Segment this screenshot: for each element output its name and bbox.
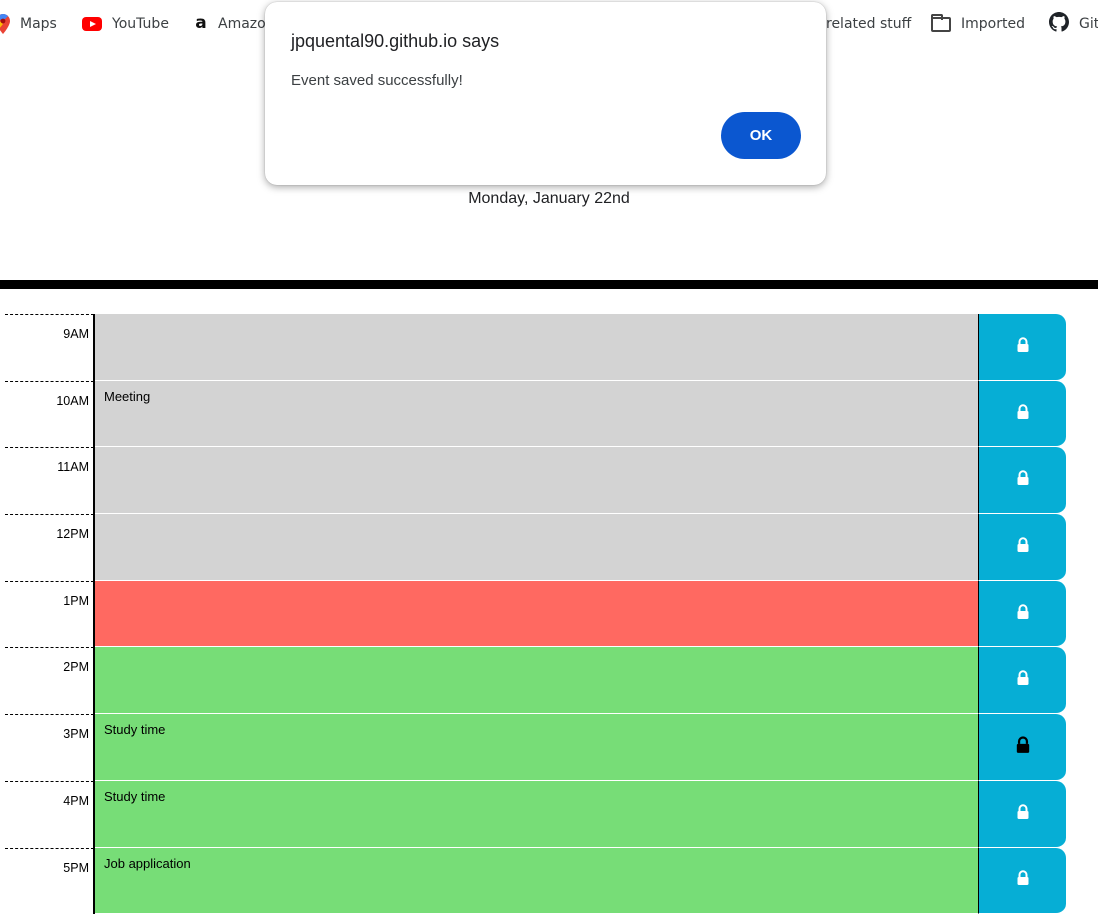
ok-button[interactable]: OK: [721, 112, 801, 159]
bookmark-label: Maps: [20, 16, 57, 32]
save-button[interactable]: [978, 647, 1066, 715]
bookmark-label: Imported: [961, 16, 1025, 32]
event-description-textarea[interactable]: [95, 314, 979, 381]
event-description-textarea[interactable]: Job application: [95, 847, 979, 915]
github-icon: [1049, 12, 1069, 36]
event-description-textarea[interactable]: [95, 514, 979, 581]
save-button[interactable]: [978, 714, 1066, 781]
bookmark-label: related stuff: [826, 16, 912, 32]
hour-label: 4PM: [5, 780, 94, 848]
hour-label: 12PM: [5, 514, 94, 581]
lock-icon: [1016, 670, 1030, 690]
save-button[interactable]: [978, 447, 1066, 515]
bookmark-related-stuff[interactable]: related stuff: [826, 13, 911, 35]
lock-icon: [1016, 337, 1030, 357]
bookmark-label: YouTube: [112, 16, 169, 32]
current-day: Monday, January 22nd: [468, 190, 630, 207]
time-block-list: 9AM 10AM Meeting 11AM 12PM 1PM 2PM 3PM Study tim…: [0, 314, 1098, 915]
save-button[interactable]: [978, 780, 1066, 848]
save-button[interactable]: [978, 580, 1066, 648]
time-block-row: 11AM: [0, 447, 1098, 515]
bookmark-amazon[interactable]: a Amazo: [194, 13, 266, 35]
lock-icon: [1016, 403, 1030, 424]
folder-icon: [931, 13, 951, 32]
hour-label: 11AM: [5, 447, 94, 514]
save-button[interactable]: [978, 847, 1066, 915]
time-block-row: 10AM Meeting: [0, 380, 1098, 448]
time-block-row: 5PM Job application: [0, 847, 1098, 915]
lock-icon: [1015, 736, 1031, 758]
event-description-textarea[interactable]: Meeting: [95, 380, 979, 448]
hour-label: 5PM: [5, 847, 94, 915]
amazon-icon: a: [195, 13, 207, 33]
lock-icon: [1016, 603, 1030, 624]
hour-label: 10AM: [5, 380, 94, 448]
event-description-textarea[interactable]: [95, 580, 979, 648]
lock-icon: [1016, 870, 1030, 890]
maps-icon: [0, 14, 10, 34]
dialog-title: jpquental90.github.io says: [291, 31, 500, 51]
hour-label: 2PM: [5, 647, 94, 714]
time-block-row: 12PM: [0, 514, 1098, 581]
bookmark-label: Git: [1079, 16, 1098, 32]
hour-label: 3PM: [5, 714, 94, 781]
event-description-textarea[interactable]: Study time: [95, 780, 979, 848]
event-description-textarea[interactable]: [95, 647, 979, 715]
time-block-row: 3PM Study time: [0, 714, 1098, 781]
dialog-message: Event saved successfully!: [291, 72, 463, 89]
save-button[interactable]: [978, 380, 1066, 448]
event-description-textarea[interactable]: Study time: [95, 714, 979, 781]
time-block-row: 2PM: [0, 647, 1098, 715]
time-block-row: 9AM: [0, 314, 1098, 381]
event-description-textarea[interactable]: [95, 447, 979, 515]
bookmark-label: Amazo: [218, 16, 266, 32]
time-block-row: 1PM: [0, 580, 1098, 648]
header-divider: [0, 280, 1098, 289]
lock-icon: [1016, 537, 1030, 557]
bookmark-youtube[interactable]: YouTube: [82, 13, 169, 35]
time-block-row: 4PM Study time: [0, 780, 1098, 848]
alert-dialog: jpquental90.github.io says Event saved s…: [265, 2, 826, 185]
youtube-icon: [82, 17, 102, 31]
hour-label: 1PM: [5, 580, 94, 648]
hour-label: 9AM: [5, 314, 94, 381]
save-button[interactable]: [978, 514, 1066, 581]
bookmark-imported[interactable]: Imported: [931, 13, 1025, 35]
lock-icon: [1016, 803, 1030, 824]
bookmark-github[interactable]: Git: [1049, 12, 1098, 36]
save-button[interactable]: [978, 314, 1066, 381]
lock-icon: [1016, 470, 1030, 490]
bookmark-maps[interactable]: Maps: [0, 13, 57, 35]
